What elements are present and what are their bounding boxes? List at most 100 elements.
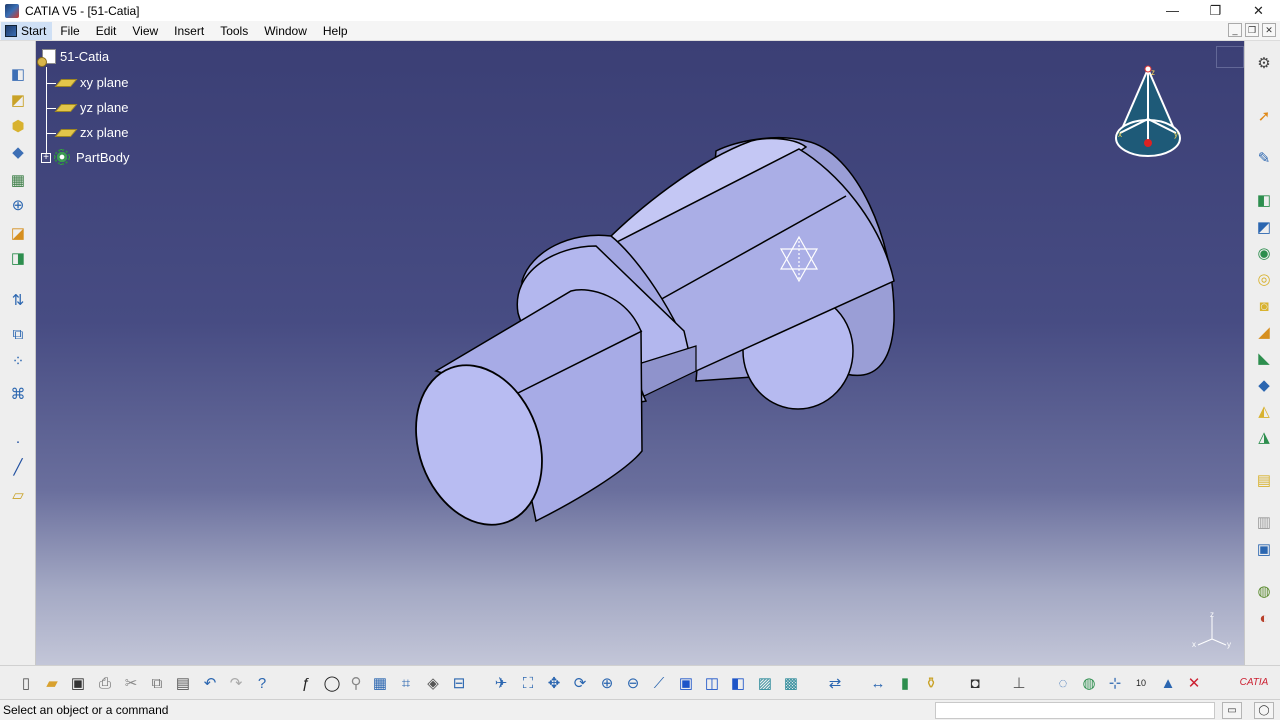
- shaft-icon[interactable]: ⬢: [7, 115, 29, 137]
- update-icon[interactable]: ◍: [1078, 672, 1100, 694]
- doc-close-button[interactable]: ✕: [1262, 23, 1276, 37]
- draft-icon[interactable]: ◨: [7, 247, 29, 269]
- hole-icon[interactable]: ▦: [7, 169, 29, 191]
- menu-insert[interactable]: Insert: [166, 22, 212, 40]
- comment-icon[interactable]: ◯: [321, 672, 343, 694]
- pan-icon[interactable]: ✥: [543, 672, 565, 694]
- pocket-icon[interactable]: ◩: [1253, 216, 1275, 238]
- menu-file[interactable]: File: [52, 22, 87, 40]
- menu-tools[interactable]: Tools: [212, 22, 256, 40]
- whats-this-icon[interactable]: ?: [251, 672, 273, 694]
- copy-icon[interactable]: ⧉: [146, 672, 168, 694]
- sketch-icon[interactable]: ✎: [1253, 147, 1275, 169]
- fly-mode-icon[interactable]: ✈: [490, 672, 512, 694]
- iso-view-icon[interactable]: ▣: [675, 672, 697, 694]
- menu-start[interactable]: Start: [1, 21, 53, 40]
- formula-icon[interactable]: ƒ: [295, 672, 317, 694]
- sensor-icon[interactable]: ⚲: [345, 672, 367, 694]
- doc-minimize-button[interactable]: _: [1228, 23, 1242, 37]
- tree-item-partbody[interactable]: PartBody: [54, 149, 129, 165]
- groove-icon[interactable]: ◆: [7, 141, 29, 163]
- loft-icon[interactable]: ◭: [1253, 400, 1275, 422]
- pad-icon[interactable]: ◧: [7, 63, 29, 85]
- compass-widget[interactable]: x y z: [1112, 63, 1184, 163]
- rib-icon[interactable]: ⊕: [7, 194, 29, 216]
- pocket-icon[interactable]: ◩: [7, 89, 29, 111]
- sketch-analysis-icon[interactable]: ◌: [1052, 672, 1074, 694]
- cycle-icon[interactable]: ⊹: [1104, 672, 1126, 694]
- undo-icon[interactable]: ↶: [199, 672, 221, 694]
- fillet-icon[interactable]: ◪: [7, 222, 29, 244]
- status-button-1[interactable]: ▭: [1222, 702, 1242, 719]
- render-icon[interactable]: ◧: [727, 672, 749, 694]
- axis-system-icon[interactable]: ⊥: [1008, 672, 1030, 694]
- command-input[interactable]: [935, 702, 1215, 719]
- mirror-icon[interactable]: ⧉: [7, 323, 29, 345]
- transform-icon[interactable]: ⌘: [7, 383, 29, 405]
- catia-app-icon[interactable]: [5, 3, 19, 18]
- shell-icon[interactable]: ▥: [1253, 511, 1275, 533]
- groove-icon[interactable]: ◎: [1253, 268, 1275, 290]
- menu-view[interactable]: View: [124, 22, 166, 40]
- mass-icon[interactable]: ⚱: [920, 672, 942, 694]
- fit-all-icon[interactable]: ⛶: [517, 672, 539, 694]
- rib-icon[interactable]: ◢: [1253, 321, 1275, 343]
- tree-item-yz-plane[interactable]: yz plane: [54, 100, 128, 115]
- menu-window[interactable]: Window: [256, 22, 315, 40]
- zoom-out-icon[interactable]: ⊖: [622, 672, 644, 694]
- tree-item-zx-plane[interactable]: zx plane: [54, 125, 128, 140]
- settings-icon[interactable]: ⚙: [1253, 52, 1275, 74]
- swap-icon[interactable]: ⇄: [824, 672, 846, 694]
- print-icon[interactable]: ⎙: [94, 672, 116, 694]
- part-model[interactable]: [36, 41, 1244, 665]
- minimize-button[interactable]: —: [1151, 0, 1194, 21]
- remove-loft-icon[interactable]: ◮: [1253, 426, 1275, 448]
- menu-help[interactable]: Help: [315, 22, 356, 40]
- doc-restore-button[interactable]: ❐: [1245, 23, 1259, 37]
- repair-icon[interactable]: ✕: [1183, 672, 1205, 694]
- round-icon[interactable]: ▲: [1157, 672, 1179, 694]
- tree-item-xy-plane[interactable]: xy plane: [54, 75, 128, 90]
- rotate-icon[interactable]: ⟳: [569, 672, 591, 694]
- menu-edit[interactable]: Edit: [88, 22, 125, 40]
- zoom-in-icon[interactable]: ⊕: [596, 672, 618, 694]
- pattern-icon[interactable]: ⁘: [7, 350, 29, 372]
- select-arrow-icon[interactable]: ➚: [1253, 105, 1275, 127]
- open-icon[interactable]: ▰: [41, 672, 63, 694]
- status-button-2[interactable]: ◯: [1254, 702, 1274, 719]
- shaft-icon[interactable]: ◉: [1253, 242, 1275, 264]
- normal-view-icon[interactable]: ⟋: [648, 672, 670, 694]
- new-icon[interactable]: ▯: [15, 672, 37, 694]
- measure-icon[interactable]: ⇅: [7, 289, 29, 311]
- apply-material-icon[interactable]: ◐: [1253, 607, 1275, 629]
- stiffener-icon[interactable]: ◆: [1253, 374, 1275, 396]
- hole-icon[interactable]: ◙: [1253, 295, 1275, 317]
- save-icon[interactable]: ▣: [67, 672, 89, 694]
- thickness-icon[interactable]: ▤: [1253, 469, 1275, 491]
- boolean-icon[interactable]: ▣: [1253, 538, 1275, 560]
- scan-icon[interactable]: ◈: [422, 672, 444, 694]
- capture-icon[interactable]: ◘: [964, 672, 986, 694]
- tree-root-node[interactable]: 51-Catia: [37, 49, 109, 67]
- dimension-icon[interactable]: 10: [1130, 672, 1152, 694]
- point-icon[interactable]: ·: [7, 430, 29, 452]
- 3d-viewport[interactable]: 51-Catia xy plane yz plane zx plane + Pa…: [36, 41, 1244, 665]
- pad-icon[interactable]: ◧: [1253, 189, 1275, 211]
- paste-icon[interactable]: ▤: [172, 672, 194, 694]
- maximize-button[interactable]: ❐: [1194, 0, 1237, 21]
- slot-icon[interactable]: ◣: [1253, 347, 1275, 369]
- plane-icon[interactable]: ▱: [7, 484, 29, 506]
- shading-icon[interactable]: ▨: [754, 672, 776, 694]
- table-icon[interactable]: ▦: [369, 672, 391, 694]
- redo-icon[interactable]: ↷: [225, 672, 247, 694]
- knowledge-icon[interactable]: ⌗: [395, 672, 417, 694]
- line-icon[interactable]: ╱: [7, 456, 29, 478]
- measure-between-icon[interactable]: ↔: [867, 672, 889, 694]
- catalog-icon[interactable]: ◍: [1253, 580, 1275, 602]
- cut-icon[interactable]: ✂: [120, 672, 142, 694]
- front-view-icon[interactable]: ◫: [701, 672, 723, 694]
- measure-item-icon[interactable]: ▮: [894, 672, 916, 694]
- hide-show-icon[interactable]: ▩: [780, 672, 802, 694]
- expand-partbody-toggle[interactable]: +: [41, 153, 51, 163]
- close-button[interactable]: ✕: [1237, 0, 1280, 21]
